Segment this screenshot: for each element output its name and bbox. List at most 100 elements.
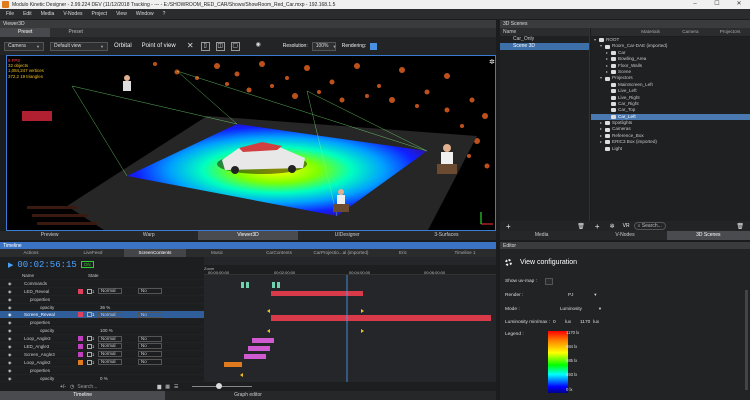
tree-node[interactable]: Light — [591, 146, 750, 152]
tab-warp[interactable]: Warp — [99, 231, 198, 240]
fullscreen-icon[interactable]: ▢ — [230, 41, 240, 51]
blend-mode-select[interactable]: Normal — [98, 359, 122, 366]
resolution-select[interactable]: 100% ▼ — [311, 41, 336, 51]
blend-mode-select[interactable]: Normal — [98, 351, 122, 358]
timecode-display[interactable]: 00:02:56:15 — [17, 260, 76, 270]
zoom-slider-handle[interactable] — [216, 383, 223, 389]
blend-mode-select[interactable]: Normal — [98, 311, 122, 318]
zoom-slider[interactable] — [192, 383, 253, 389]
scene-search-input[interactable]: ⌕ Search... — [633, 222, 666, 230]
layer-row[interactable]: properties ◉ — [0, 296, 204, 304]
tab-media[interactable]: Media — [500, 231, 583, 240]
timeline-tab[interactable]: CarProjectio...al (imported) — [310, 249, 372, 257]
time-ruler[interactable]: Zoom 00:00:00:00 00:02:00:00 00:04:00:00… — [204, 265, 496, 275]
list-icon[interactable]: ☰ — [174, 384, 178, 390]
menu-file[interactable]: File — [6, 11, 14, 17]
tab-projectors[interactable]: Projectors — [710, 28, 750, 36]
visibility-icon[interactable]: ◉ — [8, 344, 12, 349]
visibility-icon[interactable]: ◉ — [8, 376, 12, 381]
alpha-select[interactable]: No — [138, 343, 162, 350]
visibility-icon[interactable]: ◉ — [8, 360, 12, 365]
luminosity-max[interactable]: 1170 — [580, 320, 590, 325]
rendering-checkbox[interactable] — [370, 42, 378, 50]
menu-project[interactable]: Project — [92, 11, 108, 17]
property-value[interactable]: 36 % — [100, 305, 110, 310]
scene-item-scene-3d[interactable]: Scene 3D — [500, 43, 589, 50]
tab-tree[interactable] — [591, 28, 631, 36]
menu-help[interactable]: ? — [163, 11, 166, 17]
alpha-select[interactable]: No — [138, 288, 162, 295]
viewport-settings-icon[interactable]: ✲ — [489, 58, 495, 66]
luminosity-min[interactable]: 0 — [553, 320, 556, 325]
layer-row[interactable]: Screen_Angle3 ◉ 1 Normal No — [0, 351, 204, 359]
timeline-tracks[interactable] — [204, 257, 496, 382]
blend-mode-select[interactable]: Normal — [98, 288, 122, 295]
layer-row[interactable]: Commands ◉ — [0, 280, 204, 288]
camera-select[interactable]: Camera ▼ — [4, 41, 44, 51]
menu-edit[interactable]: Edit — [23, 11, 32, 17]
mode-select[interactable]: Luminosity ▼ — [548, 306, 602, 313]
tab-preset-1[interactable]: Preset — [0, 28, 51, 37]
close-button[interactable]: ✕ — [728, 0, 750, 9]
visibility-icon[interactable]: ◉ — [8, 281, 12, 286]
visibility-icon[interactable]: ◉ — [8, 368, 12, 373]
visibility-icon[interactable]: ◉ — [8, 328, 12, 333]
timeline-tab[interactable]: ScreenContents — [124, 249, 186, 257]
menu-view[interactable]: View — [116, 11, 127, 17]
tab-preview[interactable]: Preview — [0, 231, 99, 240]
add-layer-icon[interactable]: +/- — [60, 384, 66, 390]
3d-viewport[interactable]: ✲ — [6, 55, 496, 231]
add-scene-icon[interactable]: + — [506, 222, 511, 231]
timeline-tab[interactable]: Eric — [372, 249, 434, 257]
menu-window[interactable]: Window — [136, 11, 154, 17]
visibility-icon[interactable]: ◉ — [8, 320, 12, 325]
eye-icon[interactable]: ◉ — [254, 42, 263, 51]
menu-v-nodes[interactable]: V-Nodes — [63, 11, 82, 17]
timeline-tab[interactable]: Timeline 1 — [434, 249, 496, 257]
tab-3d-scenes[interactable]: 3D Scenes — [666, 231, 750, 240]
tab-preset-2[interactable]: Preset — [50, 28, 100, 37]
vr-button[interactable]: VR — [623, 223, 630, 229]
menu-media[interactable]: Media — [41, 11, 55, 17]
tab-uidesigner[interactable]: UIDesigner — [298, 231, 397, 240]
play-icon[interactable]: ▶ — [8, 261, 13, 269]
visibility-icon[interactable]: ◉ — [8, 352, 12, 357]
layer-search-input[interactable]: Search... — [77, 384, 97, 390]
layer-row[interactable]: LED_Angle3 ◉ 1 Normal No — [0, 343, 204, 351]
show-uv-map-checkbox[interactable] — [545, 278, 553, 285]
render-select[interactable]: PJ ▼ — [548, 292, 600, 299]
blend-mode-select[interactable]: Normal — [98, 335, 122, 342]
split-view-icon[interactable]: ◫ — [215, 41, 225, 51]
layer-row[interactable]: Loop_Angle3 ◉ 1 Normal No — [0, 335, 204, 344]
alpha-select[interactable]: No — [138, 311, 162, 318]
layer-row[interactable]: properties ◉ — [0, 367, 204, 375]
timeline-tab[interactable]: Actions — [0, 249, 62, 257]
alpha-select[interactable]: No — [138, 335, 162, 342]
property-value[interactable]: 100 % — [100, 328, 113, 333]
alpha-select[interactable]: No — [138, 351, 162, 358]
layer-row[interactable]: LED_Reveal ◉ 1 Normal No — [0, 288, 204, 296]
visibility-icon[interactable]: ◉ — [8, 305, 12, 310]
tab-viewer3d[interactable]: Viewer3D — [198, 231, 298, 240]
view-select[interactable]: Default view ▼ — [50, 41, 108, 51]
visibility-icon[interactable]: ◉ — [8, 336, 12, 341]
on-badge[interactable]: ON — [80, 261, 94, 268]
tab-materials[interactable]: Materials — [631, 28, 671, 36]
add-node-icon[interactable]: + — [595, 222, 600, 231]
orbital-button[interactable]: Orbital — [114, 43, 132, 49]
tab-graph-editor[interactable]: Graph editor — [165, 391, 330, 400]
alpha-select[interactable]: No — [138, 359, 162, 366]
minimize-button[interactable]: – — [684, 0, 706, 9]
layout-icon[interactable]: ▯ — [200, 41, 210, 51]
delete-node-icon[interactable]: 🗑 — [736, 223, 744, 230]
tab-timeline[interactable]: Timeline — [0, 391, 166, 400]
layer-row[interactable]: Loop_Angle2 ◉ 1 Normal No — [0, 359, 204, 367]
timeline-tab[interactable]: Music — [186, 249, 248, 257]
folder-icon[interactable]: ▆ — [157, 384, 161, 390]
scene-item-car-only[interactable]: Car_Only — [500, 36, 589, 43]
point-of-view-button[interactable]: Point of view — [142, 43, 176, 49]
grid-icon[interactable]: ▦ — [165, 384, 170, 390]
settings-icon[interactable]: ✲ — [610, 223, 615, 230]
layer-row[interactable]: properties ◉ — [0, 319, 204, 328]
timeline-tab[interactable]: LiveFeed — [62, 249, 124, 257]
